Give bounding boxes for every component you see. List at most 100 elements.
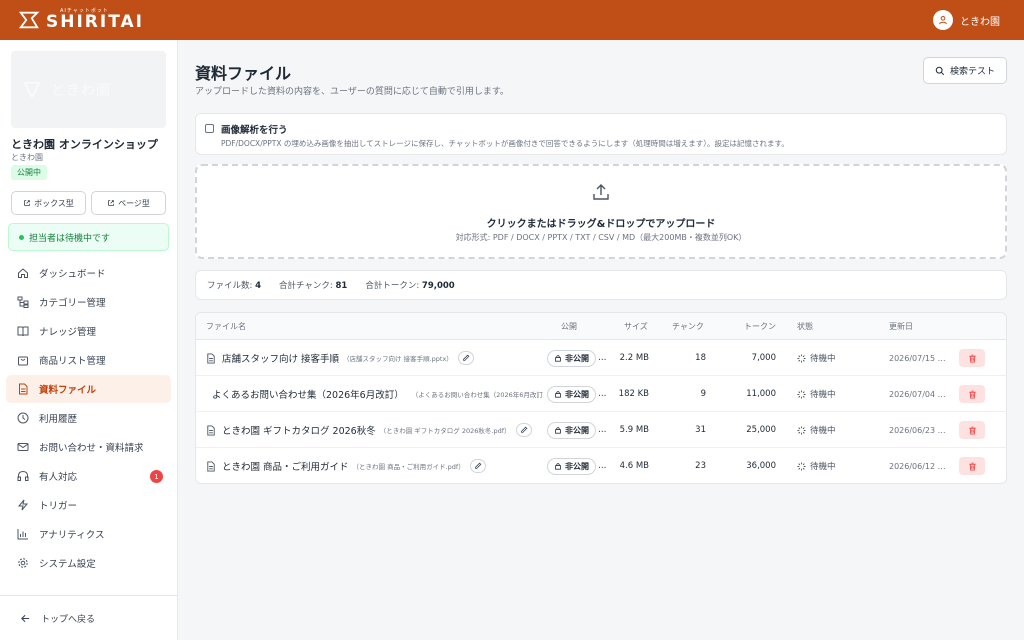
file-name-cell: 店舗スタッフ向け 接客手順 （店舗スタッフ向け 接客手順.pptx） xyxy=(206,340,474,376)
notification-badge: 1 xyxy=(150,470,163,483)
col-header-chunks[interactable]: チャンク xyxy=(672,313,704,340)
page-type-button[interactable]: ページ型 xyxy=(91,191,166,215)
sidebar-item-knowledge[interactable]: ナレッジ管理 xyxy=(6,317,171,345)
category-icon xyxy=(17,296,28,308)
shop-name: ときわ園 オンラインショップ xyxy=(11,138,158,151)
pencil-icon xyxy=(520,426,527,433)
public-cell: 非公開 … xyxy=(547,340,607,376)
sidebar-item-categories[interactable]: カテゴリー管理 xyxy=(6,288,171,316)
status-cell: 待機中 xyxy=(797,448,836,483)
image-analysis-checkbox[interactable] xyxy=(205,124,214,133)
size-cell: 182 KB xyxy=(618,389,649,399)
trash-icon xyxy=(968,462,976,471)
loader-icon xyxy=(797,461,806,471)
zap-icon xyxy=(17,499,28,511)
file-table: ファイル名 公開 サイズ チャンク トークン 状態 更新日 店舗スタッフ向け 接… xyxy=(195,312,1007,484)
back-to-top-link[interactable]: トップへ戻る xyxy=(0,595,178,640)
visibility-toggle[interactable]: 非公開 xyxy=(547,457,596,475)
table-header: ファイル名 公開 サイズ チャンク トークン 状態 更新日 xyxy=(196,313,1006,340)
headphones-icon xyxy=(17,470,28,481)
col-header-status[interactable]: 状態 xyxy=(797,313,813,340)
logo[interactable]: AIチャットボット SHIRITAI xyxy=(18,9,144,31)
size-cell: 2.2 MB xyxy=(619,353,649,363)
user-avatar xyxy=(933,10,953,30)
user-menu[interactable]: ときわ園 xyxy=(933,10,1000,30)
col-header-size[interactable]: サイズ xyxy=(624,313,648,340)
status-label: 待機中 xyxy=(810,390,836,400)
sidebar-item-label: トリガー xyxy=(39,501,78,512)
document-icon xyxy=(207,460,215,472)
upload-formats: 対応形式: PDF / DOCX / PPTX / TXT / CSV / MD… xyxy=(455,233,747,242)
status-label: 待機中 xyxy=(810,354,836,364)
updated-cell: 2026/07/04 … xyxy=(889,389,946,399)
sidebar-item-label: 資料ファイル xyxy=(39,385,97,396)
status-label: 待機中 xyxy=(810,462,836,472)
sidebar-item-label: 利用履歴 xyxy=(39,414,78,425)
sidebar-item-label: アナリティクス xyxy=(39,530,105,541)
sidebar-item-products[interactable]: 商品リスト管理 xyxy=(6,346,171,374)
sidebar-item-label: ダッシュボード xyxy=(39,269,106,280)
delete-cell xyxy=(959,412,985,448)
table-row[interactable]: ときわ園 商品・ご利用ガイド （ときわ園 商品・ご利用ガイド.pdf） 非公開 … xyxy=(196,448,1006,483)
table-row[interactable]: よくあるお問い合わせ集（2026年6月改訂） （よくあるお問い合わせ集（2026… xyxy=(196,376,1006,412)
file-icon xyxy=(18,383,27,395)
brand-logo-icon xyxy=(23,81,41,99)
chunks-cell: 23 xyxy=(695,461,706,471)
logo-mark-icon xyxy=(18,11,40,29)
sidebar-item-live-support[interactable]: 有人対応 1 xyxy=(6,462,171,490)
col-header-public[interactable]: 公開 xyxy=(561,313,577,340)
sidebar-item-settings[interactable]: システム設定 xyxy=(6,549,171,577)
col-header-updated[interactable]: 更新日 xyxy=(889,313,913,340)
table-row[interactable]: 店舗スタッフ向け 接客手順 （店舗スタッフ向け 接客手順.pptx） 非公開 …… xyxy=(196,340,1006,376)
search-test-button[interactable]: 検索テスト xyxy=(923,57,1007,84)
edit-name-button[interactable] xyxy=(457,351,474,365)
delete-button[interactable] xyxy=(959,385,985,403)
sidebar-item-label: 商品リスト管理 xyxy=(39,356,106,367)
visibility-label: 非公開 xyxy=(565,461,589,471)
col-header-tokens[interactable]: トークン xyxy=(744,313,776,340)
file-original-name: （ときわ園 ギフトカタログ 2026秋冬.pdf） xyxy=(379,427,511,435)
box-type-button[interactable]: ボックス型 xyxy=(11,191,86,215)
loader-icon xyxy=(797,389,806,399)
sidebar-item-history[interactable]: 利用履歴 xyxy=(6,404,171,432)
lock-icon xyxy=(555,463,561,470)
page-type-label: ページ型 xyxy=(118,198,150,208)
sidebar-item-inquiries[interactable]: お問い合わせ・資料請求 xyxy=(6,433,171,461)
back-to-top-label: トップへ戻る xyxy=(41,614,96,625)
file-count-stat: ファイル数: 4 xyxy=(207,281,261,291)
external-link-icon xyxy=(24,200,30,206)
image-analysis-label: 画像解析を行う xyxy=(221,125,288,136)
sidebar-item-analytics[interactable]: アナリティクス xyxy=(6,520,171,548)
visibility-toggle[interactable]: 非公開 xyxy=(547,349,596,367)
sidebar-item-label: システム設定 xyxy=(39,559,96,570)
gear-icon xyxy=(17,558,28,568)
delete-button[interactable] xyxy=(959,349,985,367)
sidebar-item-files[interactable]: 資料ファイル xyxy=(6,375,171,403)
public-cell: 非公開 … xyxy=(547,448,607,483)
updated-cell: 2026/06/23 … xyxy=(889,425,946,435)
visibility-label: 非公開 xyxy=(565,389,589,399)
visibility-toggle[interactable]: 非公開 xyxy=(547,385,596,403)
search-icon xyxy=(935,66,945,75)
external-link-icon xyxy=(108,200,114,206)
edit-name-button[interactable] xyxy=(469,459,486,473)
home-icon xyxy=(17,268,28,278)
arrow-left-icon xyxy=(21,614,30,622)
visibility-toggle[interactable]: 非公開 xyxy=(547,421,596,439)
status-cell: 待機中 xyxy=(797,340,836,376)
delete-button[interactable] xyxy=(959,421,985,439)
edit-name-button[interactable] xyxy=(515,423,532,437)
delete-button[interactable] xyxy=(959,457,985,475)
public-cell: 非公開 … xyxy=(547,412,607,448)
table-row[interactable]: ときわ園 ギフトカタログ 2026秋冬 （ときわ園 ギフトカタログ 2026秋冬… xyxy=(196,412,1006,448)
tokens-cell: 11,000 xyxy=(746,389,776,399)
search-test-label: 検索テスト xyxy=(949,67,995,77)
sidebar-item-triggers[interactable]: トリガー xyxy=(6,491,171,519)
upload-dropzone[interactable]: クリックまたはドラッグ&ドロップでアップロード 対応形式: PDF / DOCX… xyxy=(195,164,1007,259)
tokens-cell: 25,000 xyxy=(746,425,776,435)
sidebar-item-dashboard[interactable]: ダッシュボード xyxy=(6,259,171,287)
file-name: ときわ園 商品・ご利用ガイド xyxy=(222,462,349,473)
clock-icon xyxy=(17,412,28,424)
col-header-name[interactable]: ファイル名 xyxy=(206,313,246,340)
sidebar-item-label: カテゴリー管理 xyxy=(39,298,106,309)
